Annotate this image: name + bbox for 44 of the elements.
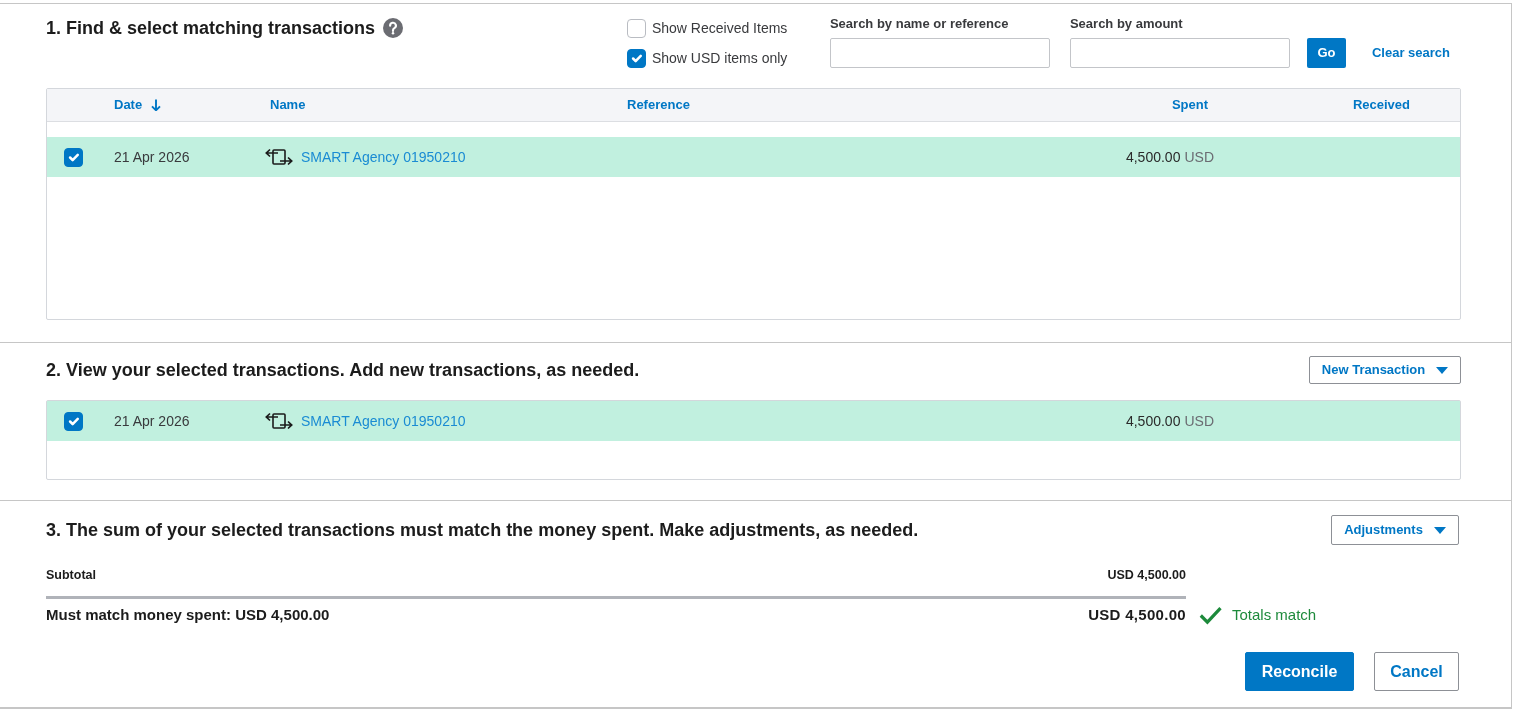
caret-icon	[1436, 366, 1449, 374]
column-header[interactable]: Reference	[627, 95, 1005, 115]
go-button[interactable]: Go	[1306, 38, 1346, 68]
checkbox[interactable]	[64, 411, 83, 431]
currency-text: USD	[1184, 147, 1214, 167]
help-icon[interactable]	[383, 18, 404, 38]
transfer-icon	[264, 146, 294, 168]
amount-text: 4,500.00	[1125, 147, 1181, 167]
cancel-button[interactable]: Cancel	[1374, 652, 1459, 691]
match-target-label: Must match money spent: USD 4,500.00	[46, 604, 330, 625]
caret-icon	[1433, 526, 1446, 534]
subtotal-label: Subtotal	[46, 566, 96, 584]
search-field[interactable]	[829, 38, 1050, 68]
search-field[interactable]	[1069, 38, 1290, 68]
transaction-name-link[interactable]: SMART Agency 01950210	[301, 146, 466, 168]
transaction-name-link[interactable]: SMART Agency 01950210	[301, 410, 466, 432]
checkbox[interactable]	[64, 147, 83, 167]
search-label: Search by amount	[1069, 16, 1184, 32]
checkbox-label[interactable]: Show Received Items	[651, 17, 788, 39]
section-title: 3. The sum of your selected transactions must match the money spent. Make adjustments, as needed.	[46, 519, 919, 542]
amount-text: 4,500.00	[1125, 411, 1181, 431]
transfer-icon	[264, 410, 294, 432]
column-header[interactable]: Received	[1214, 95, 1416, 115]
subtotal-value: USD 4,500.00	[1107, 566, 1186, 584]
checkbox-label[interactable]: Show USD items only	[651, 47, 788, 69]
checkbox[interactable]	[626, 48, 646, 68]
adjustments-button[interactable]: Adjustments	[1331, 515, 1459, 545]
section-title: 1. Find & select matching transactions	[46, 17, 376, 40]
column-header[interactable]: Name	[270, 95, 627, 115]
transaction-row[interactable]: 21 Apr 2026 SMART Agency 01950210 4,500.00 USD	[47, 137, 1460, 177]
column-header[interactable]: Spent	[1005, 95, 1214, 115]
search-label: Search by name or reference	[829, 16, 1010, 32]
clear-search-link[interactable]: Clear search	[1371, 38, 1450, 68]
column-header[interactable]: Date	[114, 95, 270, 115]
match-total-value: USD 4,500.00	[1088, 604, 1186, 625]
checkbox[interactable]	[626, 18, 646, 38]
date-text: 21 Apr 2026	[114, 148, 190, 165]
date-text: 21 Apr 2026	[114, 412, 190, 429]
reconcile-button[interactable]: Reconcile	[1245, 652, 1354, 691]
new-transaction-button[interactable]: New Transaction	[1309, 356, 1461, 384]
currency-text: USD	[1184, 411, 1214, 431]
match-status-text: Totals match	[1232, 604, 1317, 625]
transaction-row[interactable]: 21 Apr 2026 SMART Agency 01950210 4,500.00 USD	[47, 401, 1460, 441]
section-title: 2. View your selected transactions. Add new transactions, as needed.	[46, 359, 640, 382]
